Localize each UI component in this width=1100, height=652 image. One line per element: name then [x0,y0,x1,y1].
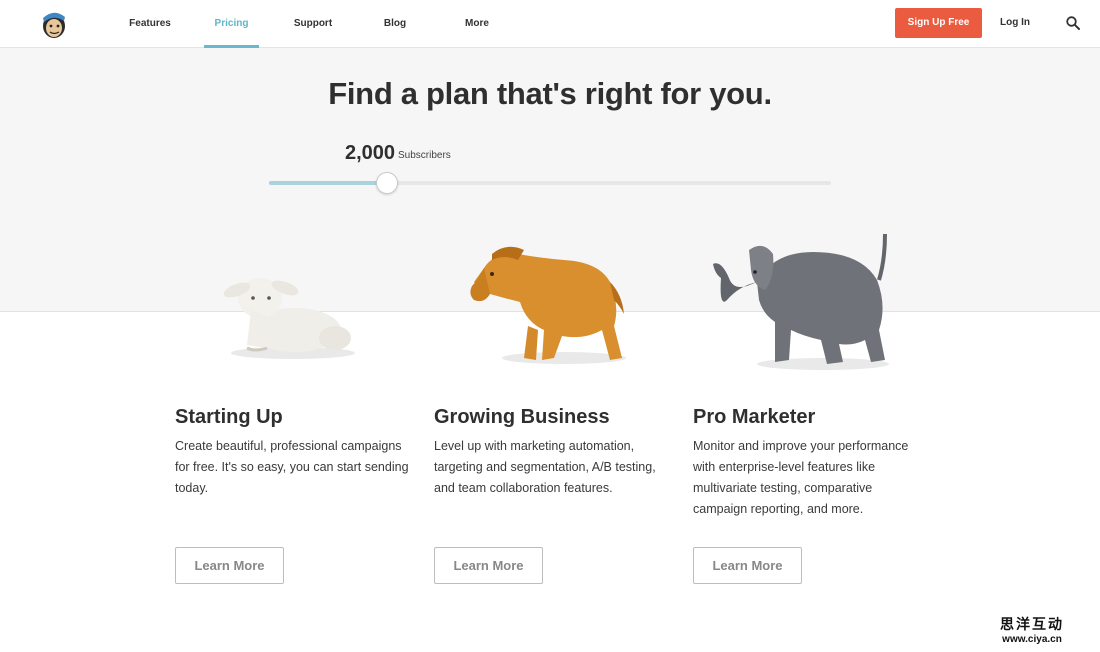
log-in-link[interactable]: Log In [1000,0,1030,46]
nav-more[interactable]: More [462,0,492,48]
sign-up-button[interactable]: Sign Up Free [895,8,982,38]
nav-blog[interactable]: Blog [380,0,410,48]
learn-more-button[interactable]: Learn More [175,547,284,584]
nav-pricing[interactable]: Pricing [204,0,259,48]
plan-description: Create beautiful, professional campaigns… [175,439,409,495]
chimp-logo-icon[interactable] [40,8,68,40]
learn-more-button[interactable]: Learn More [693,547,802,584]
page-title: Find a plan that's right for you. [328,76,772,111]
subscriber-label: Subscribers [398,150,451,161]
site-watermark: 思洋互动 www.ciya.cn [990,614,1074,645]
watermark-url: www.ciya.cn [1002,634,1062,645]
subscriber-slider-track[interactable] [269,181,831,185]
plan-title: Starting Up [175,406,283,428]
plan-description: Level up with marketing automation, targ… [434,439,656,495]
elephant-figurine-image [713,233,889,370]
nav-features[interactable]: Features [126,0,174,48]
nav-support[interactable]: Support [290,0,336,48]
plan-title: Pro Marketer [693,406,816,428]
plan-description: Monitor and improve your performance wit… [693,439,909,516]
watermark-title: 思洋互动 [1000,616,1064,632]
subscriber-count: 2,000 [345,142,396,164]
horse-figurine-image [470,246,626,364]
subscriber-slider-fill [269,181,388,185]
learn-more-button[interactable]: Learn More [434,547,543,584]
top-navigation-bar: Features Pricing Support Blog More Sign … [0,0,1100,48]
lamb-figurine-image [223,278,355,359]
plan-title: Growing Business [434,406,610,428]
search-icon[interactable] [1066,16,1080,30]
